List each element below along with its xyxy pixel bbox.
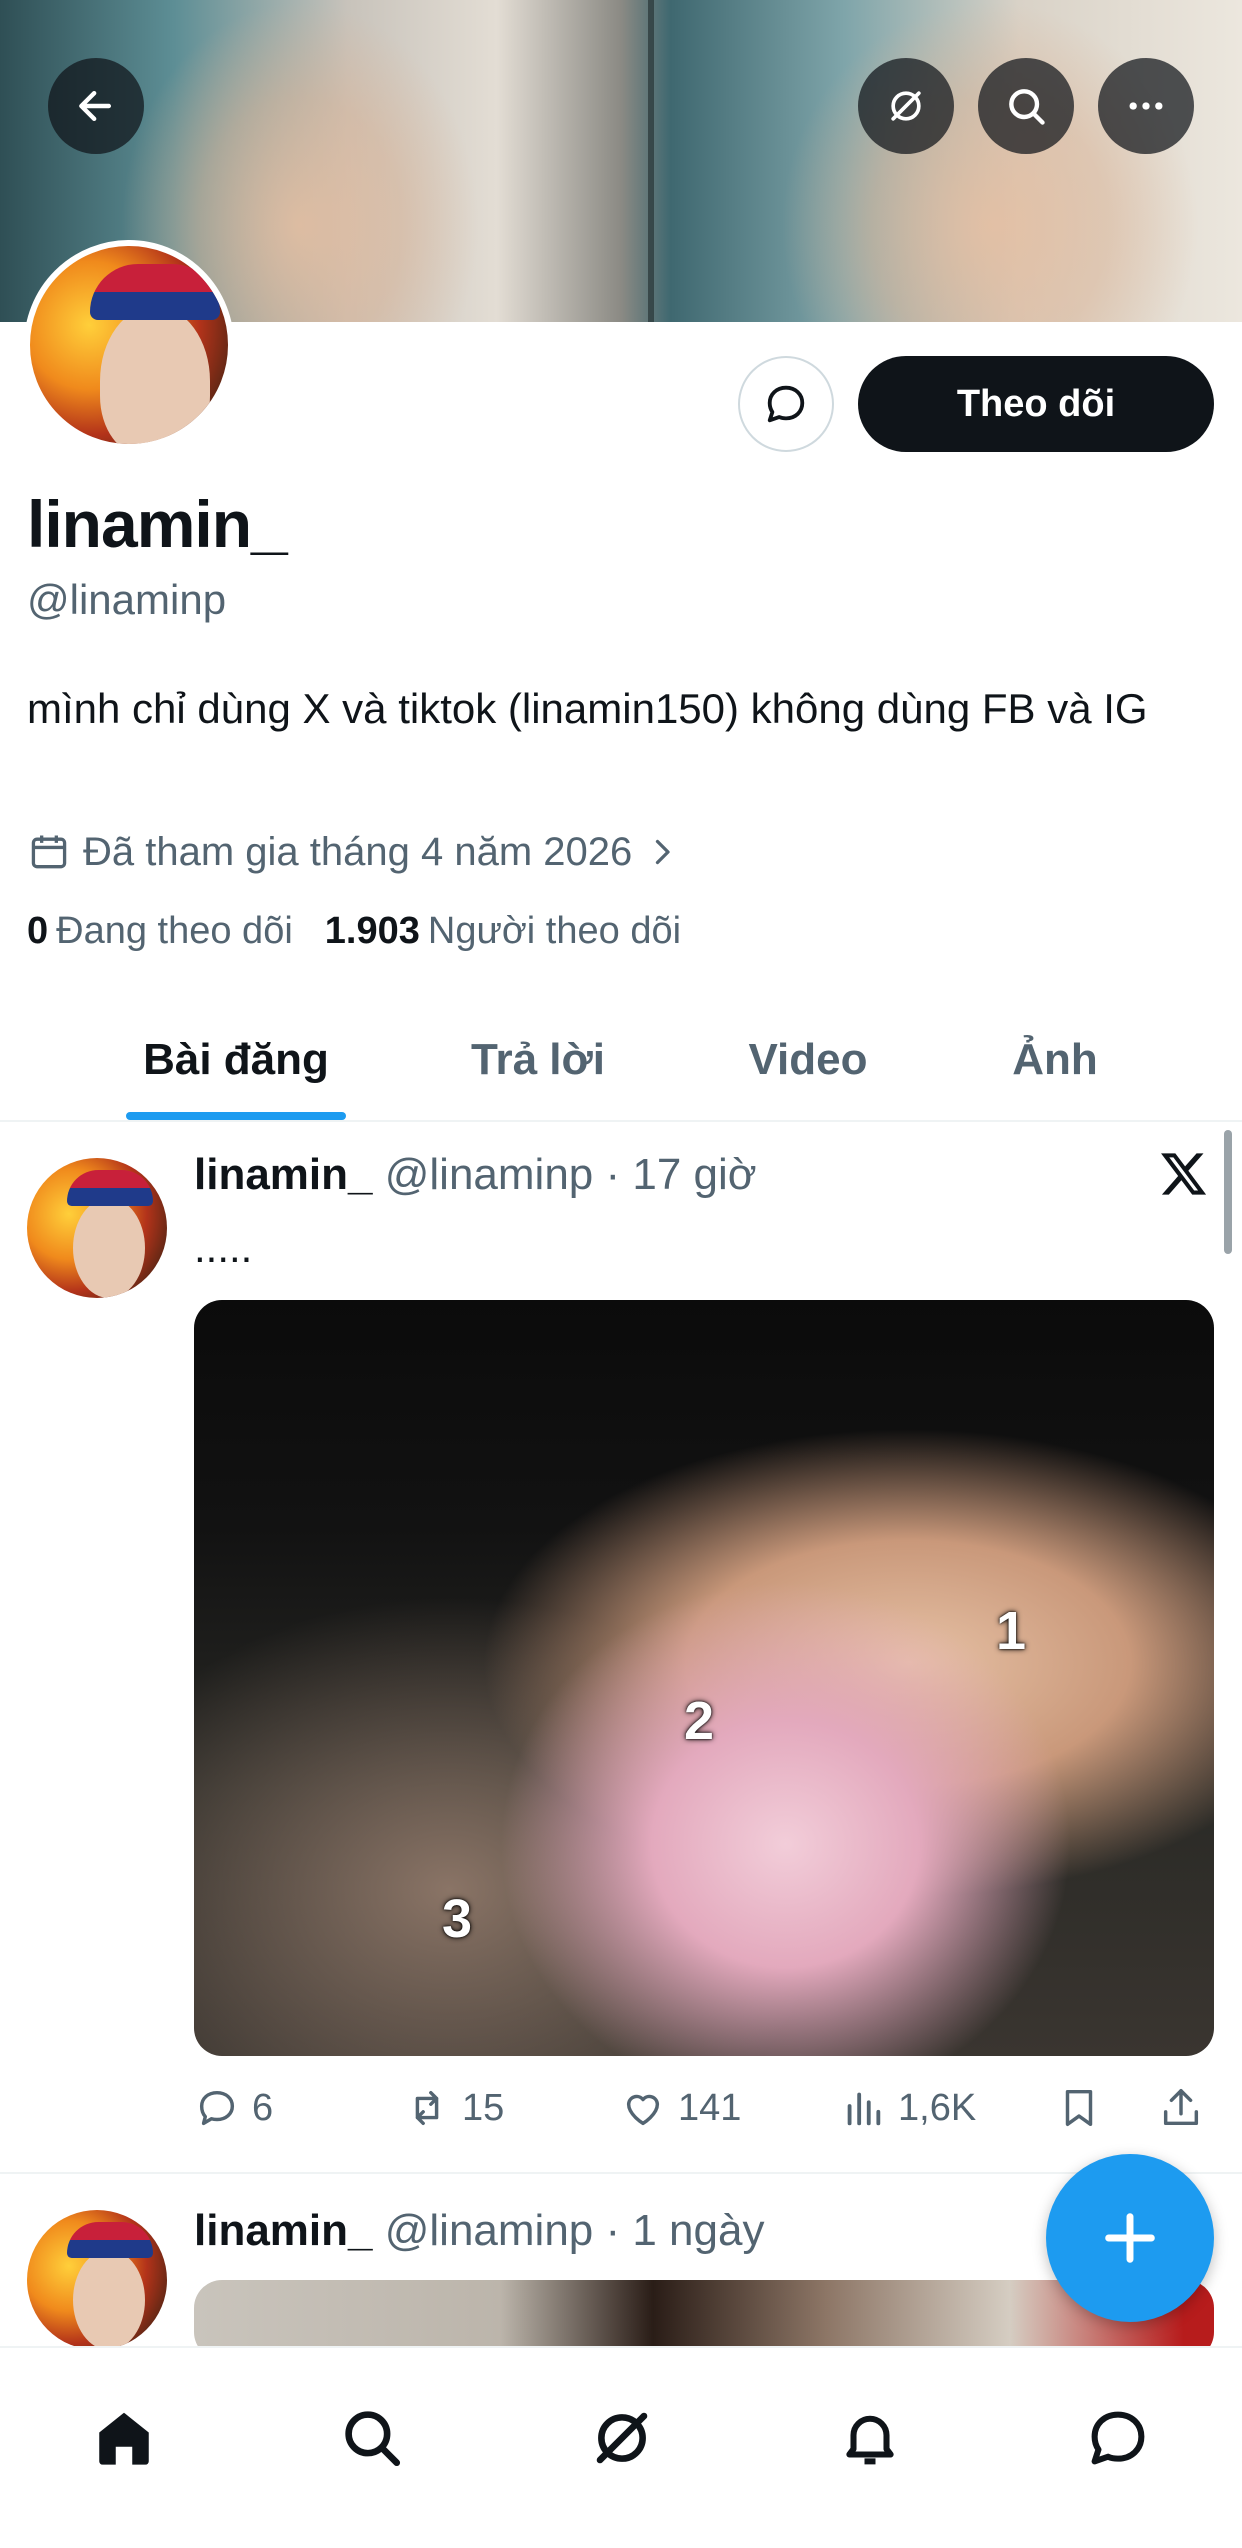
avatar-face [73, 2250, 145, 2350]
image-label: 1 [996, 1601, 1027, 1661]
tab-replies[interactable]: Trả lời [440, 1000, 636, 1120]
reply-icon [199, 2090, 235, 2126]
post-avatar[interactable] [27, 2210, 167, 2350]
like-count: 141 [678, 2086, 742, 2129]
follow-stats: 0 Đang theo dõi 1.903 Người theo dõi [27, 910, 681, 953]
bottom-nav [0, 2346, 1242, 2548]
avatar-hat [90, 264, 220, 320]
post-text: ..... [194, 1224, 253, 1271]
active-tab-indicator [126, 1112, 346, 1120]
nav-messages[interactable] [1078, 2398, 1158, 2478]
repost-button[interactable]: 15 [404, 2078, 504, 2138]
image-label: 3 [442, 1889, 473, 1949]
avatar-face [73, 1198, 145, 1298]
follow-button[interactable]: Theo dõi [858, 356, 1214, 452]
nav-notifications[interactable] [830, 2398, 910, 2478]
share-icon [1163, 2089, 1199, 2126]
banner-divider [648, 0, 654, 322]
banner-photo-right [780, 0, 1200, 322]
nav-search[interactable] [332, 2398, 412, 2478]
reply-count: 6 [252, 2086, 274, 2129]
post-actions: 6 15 141 1,6K [194, 2078, 1214, 2138]
post-author-name[interactable]: linamin_ [194, 2206, 373, 2255]
tab-video[interactable]: Video [726, 1000, 890, 1120]
bookmark-icon [1065, 2089, 1093, 2127]
nav-grok[interactable] [582, 2398, 662, 2478]
following-stat[interactable]: 0 Đang theo dõi [27, 910, 293, 953]
post-meta: @linaminp · 1 ngày [384, 2206, 765, 2255]
notifications-icon [846, 2415, 894, 2465]
plus-icon [1105, 2213, 1155, 2263]
message-button[interactable] [738, 356, 834, 452]
avatar-hat [67, 2222, 153, 2258]
search-button[interactable] [978, 58, 1074, 154]
search-icon [1009, 89, 1045, 125]
more-button[interactable] [1098, 58, 1194, 154]
followers-count: 1.903 [324, 910, 420, 952]
image-label: 2 [684, 1691, 715, 1751]
views-button[interactable]: 1,6K [840, 2078, 976, 2138]
profile-avatar[interactable] [24, 240, 234, 450]
display-name: linamin_ [27, 487, 288, 561]
post-divider [0, 2172, 1242, 2174]
followers-stat[interactable]: 1.903 Người theo dõi [325, 910, 681, 953]
share-button[interactable] [1158, 2078, 1204, 2138]
like-button[interactable]: 141 [620, 2078, 741, 2138]
repost-count: 15 [462, 2086, 505, 2129]
profile-bio: mình chỉ dùng X và tiktok (linamin150) k… [27, 685, 1148, 732]
post-meta: @linaminp · 17 giờ [384, 1150, 757, 1199]
views-chart-icon [847, 2092, 881, 2126]
profile-tabs: Bài đăng Trả lời Video Ảnh [0, 1000, 1242, 1122]
heart-icon [626, 2094, 660, 2126]
messages-icon [1091, 2411, 1145, 2465]
profile-handle: @linaminp [27, 576, 227, 623]
post-header: linamin_ @linaminp · 17 giờ [194, 1150, 757, 1200]
compose-button[interactable] [1046, 2154, 1214, 2322]
view-count: 1,6K [898, 2086, 977, 2129]
home-icon [99, 2412, 149, 2465]
joined-label: Đã tham gia tháng 4 năm 2026 [83, 829, 633, 874]
more-icon [1129, 102, 1163, 110]
scrollbar[interactable] [1224, 1130, 1232, 1254]
message-icon [767, 385, 805, 423]
bookmark-button[interactable] [1056, 2078, 1102, 2138]
x-logo-icon [1161, 1153, 1207, 1195]
tab-posts[interactable]: Bài đăng [126, 1000, 346, 1120]
post-author-name[interactable]: linamin_ [194, 1150, 373, 1199]
joined-date[interactable]: Đã tham gia tháng 4 năm 2026 [27, 822, 680, 882]
tab-photos[interactable]: Ảnh [990, 1000, 1120, 1120]
following-label: Đang theo dõi [56, 910, 293, 952]
post-header: linamin_ @linaminp · 1 ngày [194, 2206, 764, 2256]
repost-icon [415, 2090, 439, 2126]
post-avatar[interactable] [27, 1158, 167, 1298]
grok-icon [891, 91, 921, 121]
back-button[interactable] [48, 58, 144, 154]
following-count: 0 [27, 910, 49, 952]
post-image[interactable]: 1 2 3 [194, 1300, 1214, 2056]
avatar-hat [67, 1170, 153, 1206]
search-icon [345, 2411, 401, 2467]
followers-label: Người theo dõi [427, 910, 682, 952]
calendar-icon [31, 835, 67, 869]
nav-home[interactable] [84, 2398, 164, 2478]
grok-icon [596, 2412, 648, 2464]
back-arrow-icon [79, 90, 112, 122]
grok-button[interactable] [858, 58, 954, 154]
reply-button[interactable]: 6 [194, 2078, 273, 2138]
avatar-face [100, 306, 210, 444]
chevron-right-icon [656, 839, 670, 865]
